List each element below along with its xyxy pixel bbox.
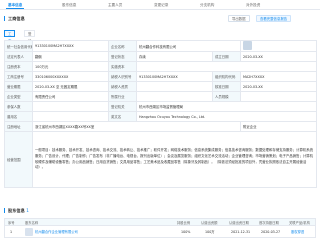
label-status: 登记状态 xyxy=(108,51,137,62)
value-legal-rep[interactable]: 翻倒 xyxy=(32,51,109,62)
row-index: 1 xyxy=(10,230,13,234)
top-tab-bar: 基本信息 股东信息 主要人员 变更记录 分支机构 对外投资 xyxy=(0,0,320,10)
label-reg-number: 工商注册号 xyxy=(4,71,33,82)
value-org-code: MA2H7XXXX xyxy=(240,71,318,82)
value-reg-number: 330106000XXXXXX xyxy=(32,71,109,82)
section-title: 工商信息 xyxy=(4,16,25,21)
label-authority: 登记机关 xyxy=(108,101,137,112)
value-credit-code: 91330100MA2H7XXXX xyxy=(32,40,109,52)
company-logo xyxy=(243,41,253,50)
value-authority: 杭州市西湖区市场监督管理局 xyxy=(135,101,318,112)
tab-change-records[interactable]: 变更记录 xyxy=(152,2,170,9)
value-staff-size xyxy=(240,91,318,102)
label-founded: 成立日期 xyxy=(211,51,242,62)
tab-basic-info[interactable]: 基本信息 xyxy=(6,2,25,9)
business-info-table: 统一社会信用代码 91330100MA2H7XXXX 企业名称 杭州翻合作科技有… xyxy=(4,40,318,188)
tab-investments[interactable]: 对外投资 xyxy=(244,2,262,9)
info-row: 营业期限 2020-03-XX 至 无固定期限 纳税人资质 核准日期 2020-… xyxy=(4,81,318,92)
logo-cell xyxy=(240,40,318,52)
section-header: 工商信息 导出数据 查看完整信息报告 xyxy=(4,12,316,28)
value-company-name: 杭州翻合作科技有限公司 xyxy=(135,40,242,52)
value-tax-qual xyxy=(136,81,213,92)
value-industry xyxy=(136,91,213,102)
value-english-name: Hangzhou Ocuyou Technology Co., Ltd. xyxy=(135,111,318,122)
info-row: 法定代表人 翻倒 登记状态 存续 成立日期 2020-03-XX xyxy=(4,51,318,62)
tab-branches[interactable]: 分支机构 xyxy=(198,2,216,9)
value-insured xyxy=(32,101,109,112)
label-company-name: 企业名称 xyxy=(108,40,137,52)
tab-key-persons[interactable]: 主要人员 xyxy=(106,2,124,9)
label-tax-qual: 纳税人资质 xyxy=(108,81,137,92)
shareholder-table-header: 序号 股东名称 持股比例 认缴出资额 认缴出资日期 首次持股日期 关联产品/机构 xyxy=(4,218,316,226)
label-legal-rep: 法定代表人 xyxy=(4,51,33,62)
export-button[interactable]: 导出数据 xyxy=(228,15,250,22)
row-date1: 2021-12-31 xyxy=(231,230,251,234)
label-english-name: 英文名 xyxy=(108,111,137,122)
subtab-business[interactable]: 工商信息 xyxy=(4,30,16,57)
info-row: 工商注册号 330106000XXXXXX 纳税人识别号 91330100MA2… xyxy=(4,71,318,82)
info-row: 注册地址 浙江省杭州市西湖区XXXX路XX号XX室 附近企业 xyxy=(4,121,318,132)
label-staff-size: 人员规模 xyxy=(211,91,242,102)
value-status: 存续 xyxy=(136,51,213,62)
row-assoc-link[interactable]: 股权穿透 xyxy=(291,229,304,235)
table-row: 1 杭州翻合作企业管理有限公司 100% 100万 2021-12-31 202… xyxy=(4,226,316,238)
row-date2: 2020-03-27 xyxy=(261,230,281,234)
info-row: 经营范围 一般项目：技术服务、技术开发、技术咨询、技术交流、技术转让、技术推广；… xyxy=(4,131,318,188)
row-shareholder-name[interactable]: 杭州翻合作企业管理有限公司 xyxy=(35,229,78,235)
value-paid-capital xyxy=(135,61,318,72)
info-row: 企业类型 有限责任公司 所属行业 人员规模 xyxy=(4,91,318,102)
tab-shareholders[interactable]: 股东信息 xyxy=(60,2,78,9)
label-scope: 经营范围 xyxy=(4,131,33,188)
nearby-companies-link[interactable]: 附近企业 xyxy=(240,121,318,132)
label-insured: 参保人数 xyxy=(4,101,33,112)
row-amount: 100万 xyxy=(205,230,215,234)
value-former-name xyxy=(32,111,109,122)
value-tax-id: 91330100MA2H7XXXX xyxy=(136,71,213,82)
value-approval-date: 2020-03-XX xyxy=(240,81,318,92)
label-term: 营业期限 xyxy=(4,81,33,92)
info-row: 参保人数 登记机关 杭州市西湖区市场监督管理局 xyxy=(4,101,318,112)
label-tax-id: 纳税人识别号 xyxy=(108,71,137,82)
label-reg-capital: 注册资本 xyxy=(4,61,33,72)
label-industry: 所属行业 xyxy=(108,91,137,102)
value-term: 2020-03-XX 至 无固定期限 xyxy=(32,81,109,92)
info-row: 统一社会信用代码 91330100MA2H7XXXX 企业名称 杭州翻合作科技有… xyxy=(4,40,318,52)
info-row: 曾用名 英文名 Hangzhou Ocuyou Technology Co., … xyxy=(4,111,318,122)
label-company-type: 企业类型 xyxy=(4,91,33,102)
label-paid-capital: 实缴资本 xyxy=(108,61,137,72)
shareholder-count: 1 xyxy=(26,208,29,213)
value-founded: 2020-03-XX xyxy=(240,51,318,62)
label-org-code: 组织机构代码 xyxy=(211,71,242,82)
label-address: 注册地址 xyxy=(4,121,33,132)
info-row: 注册资本 100万元 实缴资本 xyxy=(4,61,318,72)
value-address: 浙江省杭州市西湖区XXXX路XX号XX室 xyxy=(31,121,242,132)
label-former-name: 曾用名 xyxy=(4,111,33,122)
report-button[interactable]: 查看完整信息报告 xyxy=(256,15,292,22)
value-company-type: 有限责任公司 xyxy=(32,91,109,102)
value-scope: 一般项目：技术服务、技术开发、技术咨询、技术交流、技术转让、技术推广；软件开发；… xyxy=(31,131,318,188)
shareholder-title-text: 股东信息 xyxy=(8,208,25,213)
row-ratio: 100% xyxy=(181,230,191,234)
shareholder-section: 股东信息 1 序号 股东名称 持股比例 认缴出资额 认缴出资日期 首次持股日期 … xyxy=(0,200,320,240)
label-approval-date: 核准日期 xyxy=(211,81,242,92)
subtab-registration[interactable]: 登记信息 xyxy=(24,30,36,57)
shareholder-title: 股东信息 1 xyxy=(4,208,29,213)
shareholder-logo xyxy=(25,228,33,236)
value-reg-capital: 100万元 xyxy=(32,61,109,72)
label-credit-code: 统一社会信用代码 xyxy=(4,40,33,52)
